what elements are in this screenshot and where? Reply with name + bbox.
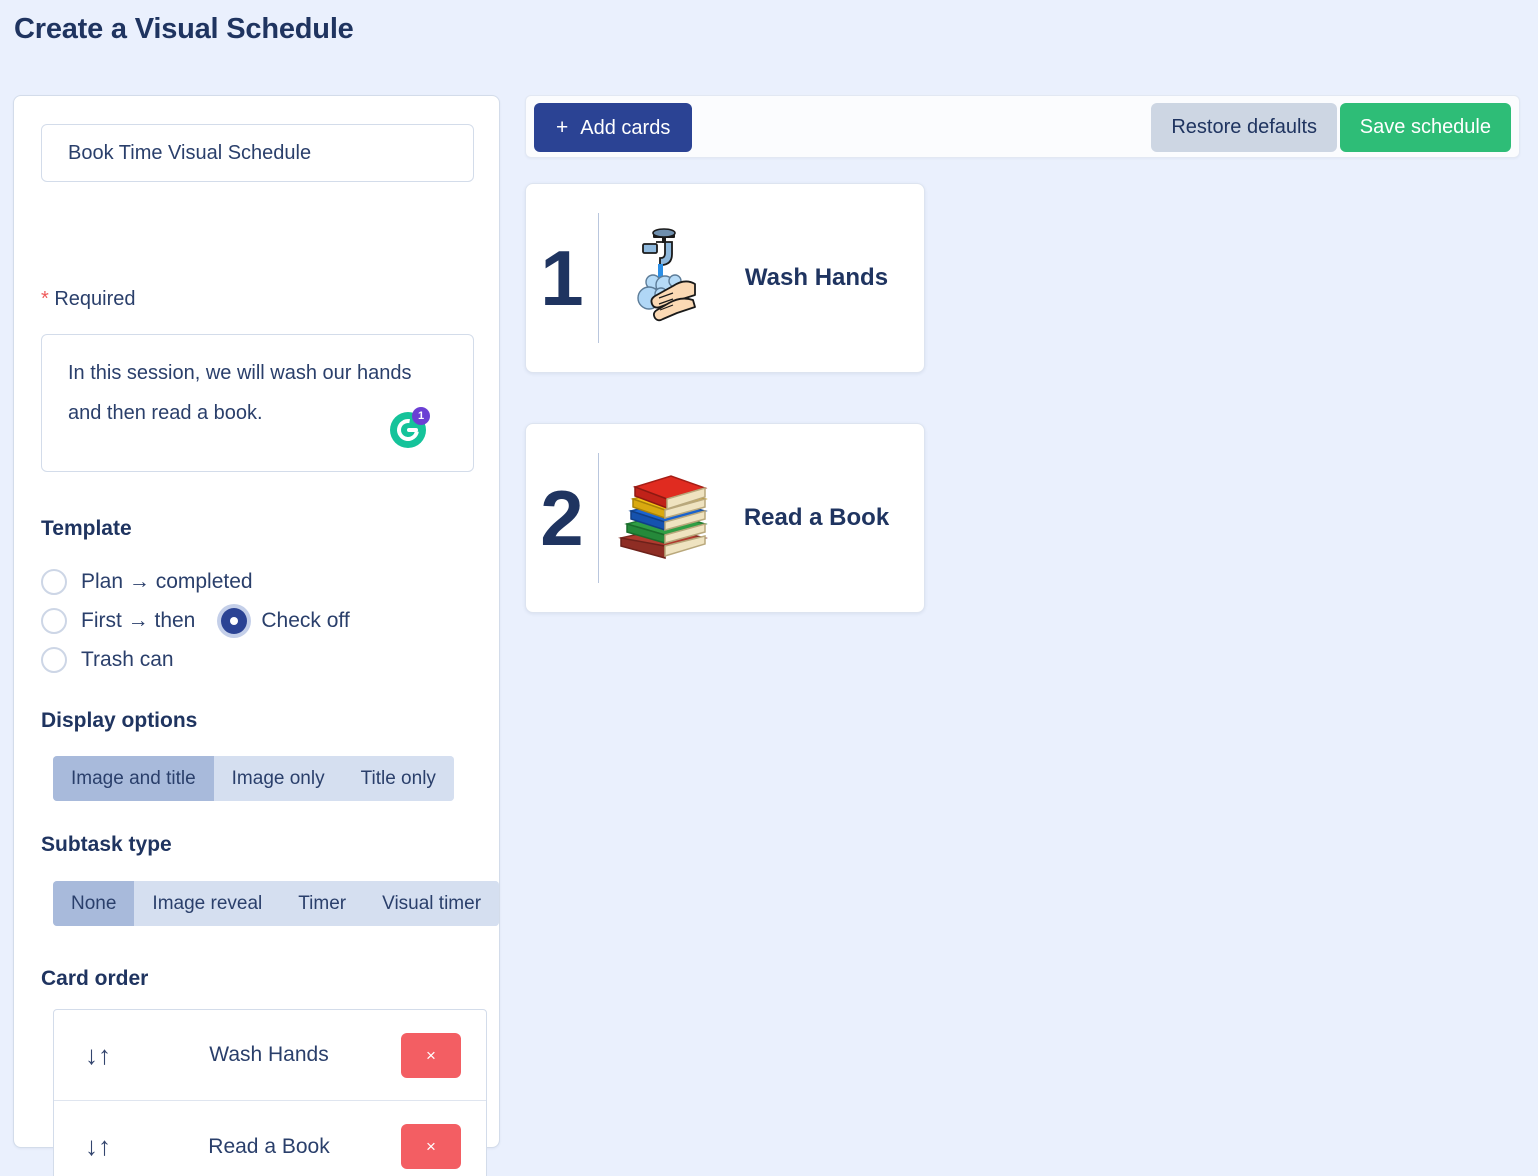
schedule-card[interactable]: 1 Wash Hands: [525, 183, 925, 373]
card-order-row[interactable]: ↓↑ Read a Book ×: [54, 1101, 486, 1176]
grammarly-icon[interactable]: 1: [390, 407, 430, 448]
restore-defaults-button[interactable]: Restore defaults: [1151, 103, 1337, 152]
segment-title-only[interactable]: Title only: [342, 756, 454, 801]
card-order-heading: Card order: [41, 967, 149, 990]
segment-image-only[interactable]: Image only: [213, 756, 343, 801]
radio-label-trash-can: Trash can: [81, 647, 174, 671]
segment-none[interactable]: None: [53, 881, 135, 926]
description-textarea[interactable]: [41, 334, 474, 472]
radio-label-check-off: Check off: [261, 608, 350, 632]
plus-icon: +: [556, 115, 569, 139]
radio-label-first-then: First → then: [81, 608, 196, 632]
add-cards-button[interactable]: + Add cards: [534, 103, 693, 152]
page-title: Create a Visual Schedule: [14, 13, 354, 45]
delete-card-button[interactable]: ×: [401, 1124, 461, 1169]
radio-first-then[interactable]: First → then: [41, 607, 196, 634]
card-number: 2: [540, 474, 584, 562]
save-schedule-button[interactable]: Save schedule: [1339, 103, 1511, 152]
subtask-type-segmented-control: None Image reveal Timer Visual timer: [53, 881, 500, 926]
card-order-list: ↓↑ Wash Hands × ↓↑ Read a Book ×: [53, 1009, 487, 1176]
drag-handle-icon[interactable]: ↓↑: [54, 1040, 142, 1071]
grammarly-badge-count: 1: [412, 407, 430, 425]
display-options-heading: Display options: [41, 709, 198, 732]
card-order-row[interactable]: ↓↑ Wash Hands ×: [54, 1010, 486, 1101]
radio-circle-icon: [41, 646, 67, 673]
settings-panel: * Required 1 Template Plan → completed: [13, 95, 500, 1176]
card-label: Wash Hands: [744, 264, 889, 291]
template-radio-row-2: First → then Check off: [41, 601, 471, 640]
subtask-type-heading: Subtask type: [41, 833, 172, 856]
card-number: 1: [540, 234, 584, 322]
radio-circle-selected-icon: [217, 603, 252, 638]
radio-circle-icon: [41, 607, 67, 634]
washing-hands-image: [603, 218, 723, 338]
segment-image-reveal[interactable]: Image reveal: [134, 881, 281, 926]
delete-card-button[interactable]: ×: [401, 1032, 461, 1078]
radio-circle-icon: [41, 568, 67, 595]
radio-check-off[interactable]: Check off: [217, 603, 350, 638]
card-divider: [598, 213, 599, 343]
required-label: Required: [54, 288, 136, 310]
app-root: Create a Visual Schedule * Required 1 Te…: [0, 0, 1538, 1176]
template-radio-row-1: Plan → completed: [41, 562, 471, 601]
template-heading: Template: [41, 517, 132, 540]
card-label: Read a Book: [743, 504, 890, 531]
drag-handle-icon[interactable]: ↓↑: [54, 1131, 142, 1162]
segment-image-and-title[interactable]: Image and title: [53, 756, 214, 801]
required-asterisk: *: [41, 288, 49, 310]
schedule-toolbar: + Add cards Restore defaults Save schedul…: [525, 95, 1520, 158]
template-radio-row-3: Trash can: [41, 640, 471, 679]
radio-trash-can[interactable]: Trash can: [41, 646, 174, 673]
radio-plan-completed[interactable]: Plan → completed: [41, 568, 253, 595]
description-field-wrapper: 1: [41, 334, 474, 472]
segment-visual-timer[interactable]: Visual timer: [364, 881, 500, 926]
template-radio-group: Plan → completed First → then Check off …: [41, 562, 471, 679]
add-cards-label: Add cards: [580, 116, 671, 139]
grammarly-g-bar: [407, 428, 418, 432]
schedule-card[interactable]: 2 Read a Book: [525, 423, 925, 613]
display-options-segmented-control: Image and title Image only Title only: [53, 756, 454, 801]
card-divider: [598, 453, 599, 583]
segment-timer[interactable]: Timer: [280, 881, 365, 926]
required-note: * Required: [41, 288, 136, 311]
stack-of-books-image: [603, 458, 723, 578]
radio-label-plan-completed: Plan → completed: [81, 569, 253, 593]
schedule-title-input[interactable]: [41, 124, 474, 182]
